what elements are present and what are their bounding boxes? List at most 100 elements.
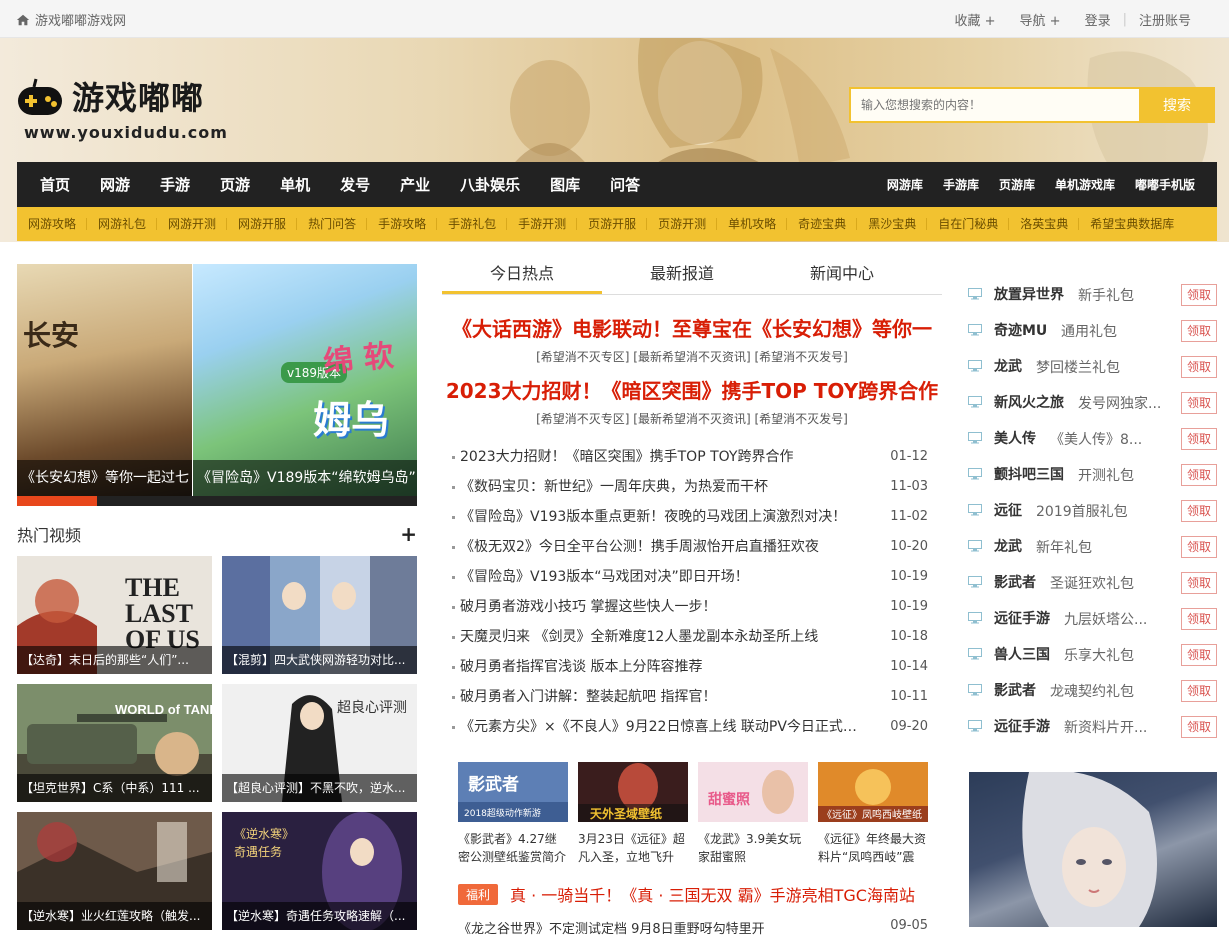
subnav-item[interactable]: 希望宝典数据库 bbox=[1079, 218, 1184, 230]
gift-row[interactable]: 远征 2019首服礼包 领取 bbox=[968, 498, 1218, 534]
gift-game[interactable]: 影武者 bbox=[994, 572, 1036, 592]
gift-name[interactable]: 龙魂契约礼包 bbox=[1050, 681, 1172, 701]
news-row[interactable]: 《冒险岛》V193版本重点更新！夜晚的马戏团上演激烈对决！ 11-02 bbox=[452, 506, 928, 536]
subnav-item[interactable]: 手游开测 bbox=[507, 218, 578, 230]
gift-game[interactable]: 美人传 bbox=[994, 428, 1036, 448]
claim-button[interactable]: 领取 bbox=[1181, 572, 1217, 594]
news-title[interactable]: 《元素方尖》×《不良人》9月22日惊喜上线 联动PV今日正式公... bbox=[460, 716, 870, 738]
gift-row[interactable]: 美人传 《美人传》8... 领取 bbox=[968, 426, 1218, 462]
video-card[interactable]: 【逆水寒】业火红莲攻略（触发... bbox=[17, 812, 212, 930]
gift-row[interactable]: 兽人三国 乐享大礼包 领取 bbox=[968, 642, 1218, 678]
subnav-item[interactable]: 网游开测 bbox=[157, 218, 228, 230]
nav-item-online-db[interactable]: 网游库 bbox=[877, 176, 933, 193]
news-row[interactable]: 天魔灵归来 《剑灵》全新难度12人墨龙副本永劫圣所上线 10-18 bbox=[452, 626, 928, 656]
subnav-item[interactable]: 自在门秘典 bbox=[927, 218, 1010, 230]
gift-name[interactable]: 通用礼包 bbox=[1061, 321, 1172, 341]
news-row[interactable]: 《数码宝贝：新世纪》一周年庆典，为热爱而干杯 11-03 bbox=[452, 476, 928, 506]
gift-game[interactable]: 兽人三国 bbox=[994, 644, 1050, 664]
nav-item-web-db[interactable]: 页游库 bbox=[989, 176, 1045, 193]
gift-name[interactable]: 圣诞狂欢礼包 bbox=[1050, 573, 1172, 593]
subnav-item[interactable]: 手游攻略 bbox=[367, 218, 438, 230]
subnav-item[interactable]: 黑沙宝典 bbox=[857, 218, 928, 230]
news-title[interactable]: 《冒险岛》V193版本“马戏团对决”即日开场！ bbox=[460, 566, 870, 588]
gift-game[interactable]: 放置异世界 bbox=[994, 284, 1064, 304]
video-card[interactable]: THE LAST OF US 【达奇】末日后的那些“人们”... bbox=[17, 556, 212, 674]
claim-button[interactable]: 领取 bbox=[1181, 356, 1217, 378]
wallpaper-card[interactable]: 《远征》凤鸣西岐壁纸 《远征》年终最大资料片“凤鸣西岐”震 bbox=[818, 762, 928, 866]
gift-game[interactable]: 龙武 bbox=[994, 536, 1022, 556]
gift-row[interactable]: 影武者 圣诞狂欢礼包 领取 bbox=[968, 570, 1218, 606]
news-row[interactable]: 破月勇者指挥官浅谈 版本上分阵容推荐 10-14 bbox=[452, 656, 928, 686]
gift-game[interactable]: 龙武 bbox=[994, 356, 1022, 376]
nav-item-single-db[interactable]: 单机游戏库 bbox=[1045, 176, 1125, 193]
gift-name[interactable]: 乐享大礼包 bbox=[1064, 645, 1172, 665]
gift-name[interactable]: 梦回楼兰礼包 bbox=[1036, 357, 1172, 377]
claim-button[interactable]: 领取 bbox=[1181, 680, 1217, 702]
claim-button[interactable]: 领取 bbox=[1181, 716, 1217, 738]
headline-title[interactable]: 2023大力招财！《暗区突围》携手TOP TOY跨界合作 bbox=[442, 375, 942, 404]
gift-game[interactable]: 远征手游 bbox=[994, 716, 1050, 736]
gift-name[interactable]: 新年礼包 bbox=[1036, 537, 1172, 557]
gift-row[interactable]: 新风火之旅 发号网独家... 领取 bbox=[968, 390, 1218, 426]
news-title[interactable]: 破月勇者指挥官浅谈 版本上分阵容推荐 bbox=[460, 656, 870, 678]
subnav-item[interactable]: 网游攻略 bbox=[17, 218, 88, 230]
nav-item-gallery[interactable]: 图库 bbox=[535, 174, 595, 195]
subnav-item[interactable]: 手游礼包 bbox=[437, 218, 508, 230]
news-title[interactable]: 《极无双2》今日全平台公测！携手周淑怡开启直播狂欢夜 bbox=[460, 536, 870, 558]
wallpaper-card[interactable]: 影武者 2018超级动作新游 《影武者》4.27继密公测壁纸鉴赏简介 bbox=[458, 762, 568, 866]
gift-game[interactable]: 远征 bbox=[994, 500, 1022, 520]
gift-row[interactable]: 龙武 梦回楼兰礼包 领取 bbox=[968, 354, 1218, 390]
subnav-item[interactable]: 页游开测 bbox=[647, 218, 718, 230]
subnav-item[interactable]: 页游开服 bbox=[577, 218, 648, 230]
nav-item-mobile-db[interactable]: 手游库 bbox=[933, 176, 989, 193]
claim-button[interactable]: 领取 bbox=[1181, 284, 1217, 306]
claim-button[interactable]: 领取 bbox=[1181, 392, 1217, 414]
nav-item-codes[interactable]: 发号 bbox=[325, 174, 385, 195]
nav-item-home[interactable]: 首页 bbox=[25, 174, 85, 195]
slide-caption[interactable]: 《长安幻想》等你一起过七 bbox=[17, 460, 192, 496]
subnav-item[interactable]: 热门问答 bbox=[297, 218, 368, 230]
welfare-row[interactable]: 福利 真 · 一骑当千！《真 · 三国无双 霸》手游亮相TGC海南站 bbox=[458, 882, 915, 906]
gift-name[interactable]: 九层妖塔公... bbox=[1064, 609, 1172, 629]
news-title[interactable]: 2023大力招财！《暗区突围》携手TOP TOY跨界合作 bbox=[460, 446, 870, 468]
news-title[interactable]: 破月勇者入门讲解：整装起航吧 指挥官！ bbox=[460, 686, 870, 708]
subnav-item[interactable]: 网游礼包 bbox=[87, 218, 158, 230]
gift-game[interactable]: 颤抖吧三国 bbox=[994, 464, 1064, 484]
headline-links[interactable]: [希望消不灭专区] [最新希望消不灭资讯] [希望消不灭发号] bbox=[442, 410, 942, 427]
news-title[interactable]: 《冒险岛》V193版本重点更新！夜晚的马戏团上演激烈对决！ bbox=[460, 506, 870, 528]
favorite-link[interactable]: 收藏 + bbox=[943, 10, 1008, 29]
wallpaper-card[interactable]: 甜蜜照 《龙武》3.9美女玩家甜蜜照 bbox=[698, 762, 808, 866]
nav-item-single-player[interactable]: 单机 bbox=[265, 174, 325, 195]
nav-item-mobile-games[interactable]: 手游 bbox=[145, 174, 205, 195]
home-link[interactable]: 游戏嘟嘟游戏网 bbox=[16, 10, 126, 29]
subnav-item[interactable]: 网游开服 bbox=[227, 218, 298, 230]
gift-game[interactable]: 新风火之旅 bbox=[994, 392, 1064, 412]
navigation-link[interactable]: 导航 + bbox=[1008, 10, 1073, 29]
gift-row[interactable]: 颤抖吧三国 开测礼包 领取 bbox=[968, 462, 1218, 498]
subnav-item[interactable]: 洛英宝典 bbox=[1009, 218, 1080, 230]
gift-game[interactable]: 奇迹MU bbox=[994, 320, 1047, 340]
gift-name[interactable]: 开测礼包 bbox=[1078, 465, 1172, 485]
site-logo[interactable]: 游戏嘟嘟 www.youxidudu.com bbox=[16, 71, 227, 142]
claim-button[interactable]: 领取 bbox=[1181, 608, 1217, 630]
more-icon[interactable]: + bbox=[400, 522, 417, 546]
nav-item-online-games[interactable]: 网游 bbox=[85, 174, 145, 195]
claim-button[interactable]: 领取 bbox=[1181, 428, 1217, 450]
video-card[interactable]: 超良心评测 【超良心评测】不黑不吹，逆水... bbox=[222, 684, 417, 802]
claim-button[interactable]: 领取 bbox=[1181, 500, 1217, 522]
gift-row[interactable]: 远征手游 九层妖塔公... 领取 bbox=[968, 606, 1218, 642]
gift-name[interactable]: 2019首服礼包 bbox=[1036, 501, 1172, 521]
claim-button[interactable]: 领取 bbox=[1181, 464, 1217, 486]
video-card[interactable]: 《逆水寒》 奇遇任务 【逆水寒】奇遇任务攻略速解（... bbox=[222, 812, 417, 930]
news-title[interactable]: 《数码宝贝：新世纪》一周年庆典，为热爱而干杯 bbox=[460, 476, 870, 498]
news-row[interactable]: 破月勇者入门讲解：整装起航吧 指挥官！ 10-11 bbox=[452, 686, 928, 716]
gift-row[interactable]: 远征手游 新资料片开... 领取 bbox=[968, 714, 1218, 750]
claim-button[interactable]: 领取 bbox=[1181, 320, 1217, 342]
featured-slider[interactable]: 长安 v189版本 绵 软 姆乌 《长安幻想》等你一起过七 《冒险岛》V189版… bbox=[17, 264, 417, 506]
subnav-item[interactable]: 奇迹宝典 bbox=[787, 218, 858, 230]
login-link[interactable]: 登录 bbox=[1073, 10, 1123, 29]
headline-links[interactable]: [希望消不灭专区] [最新希望消不灭资讯] [希望消不灭发号] bbox=[442, 348, 942, 365]
gift-name[interactable]: 新资料片开... bbox=[1064, 717, 1172, 737]
gift-row[interactable]: 龙武 新年礼包 领取 bbox=[968, 534, 1218, 570]
news-title[interactable]: 天魔灵归来 《剑灵》全新难度12人墨龙副本永劫圣所上线 bbox=[460, 626, 870, 648]
